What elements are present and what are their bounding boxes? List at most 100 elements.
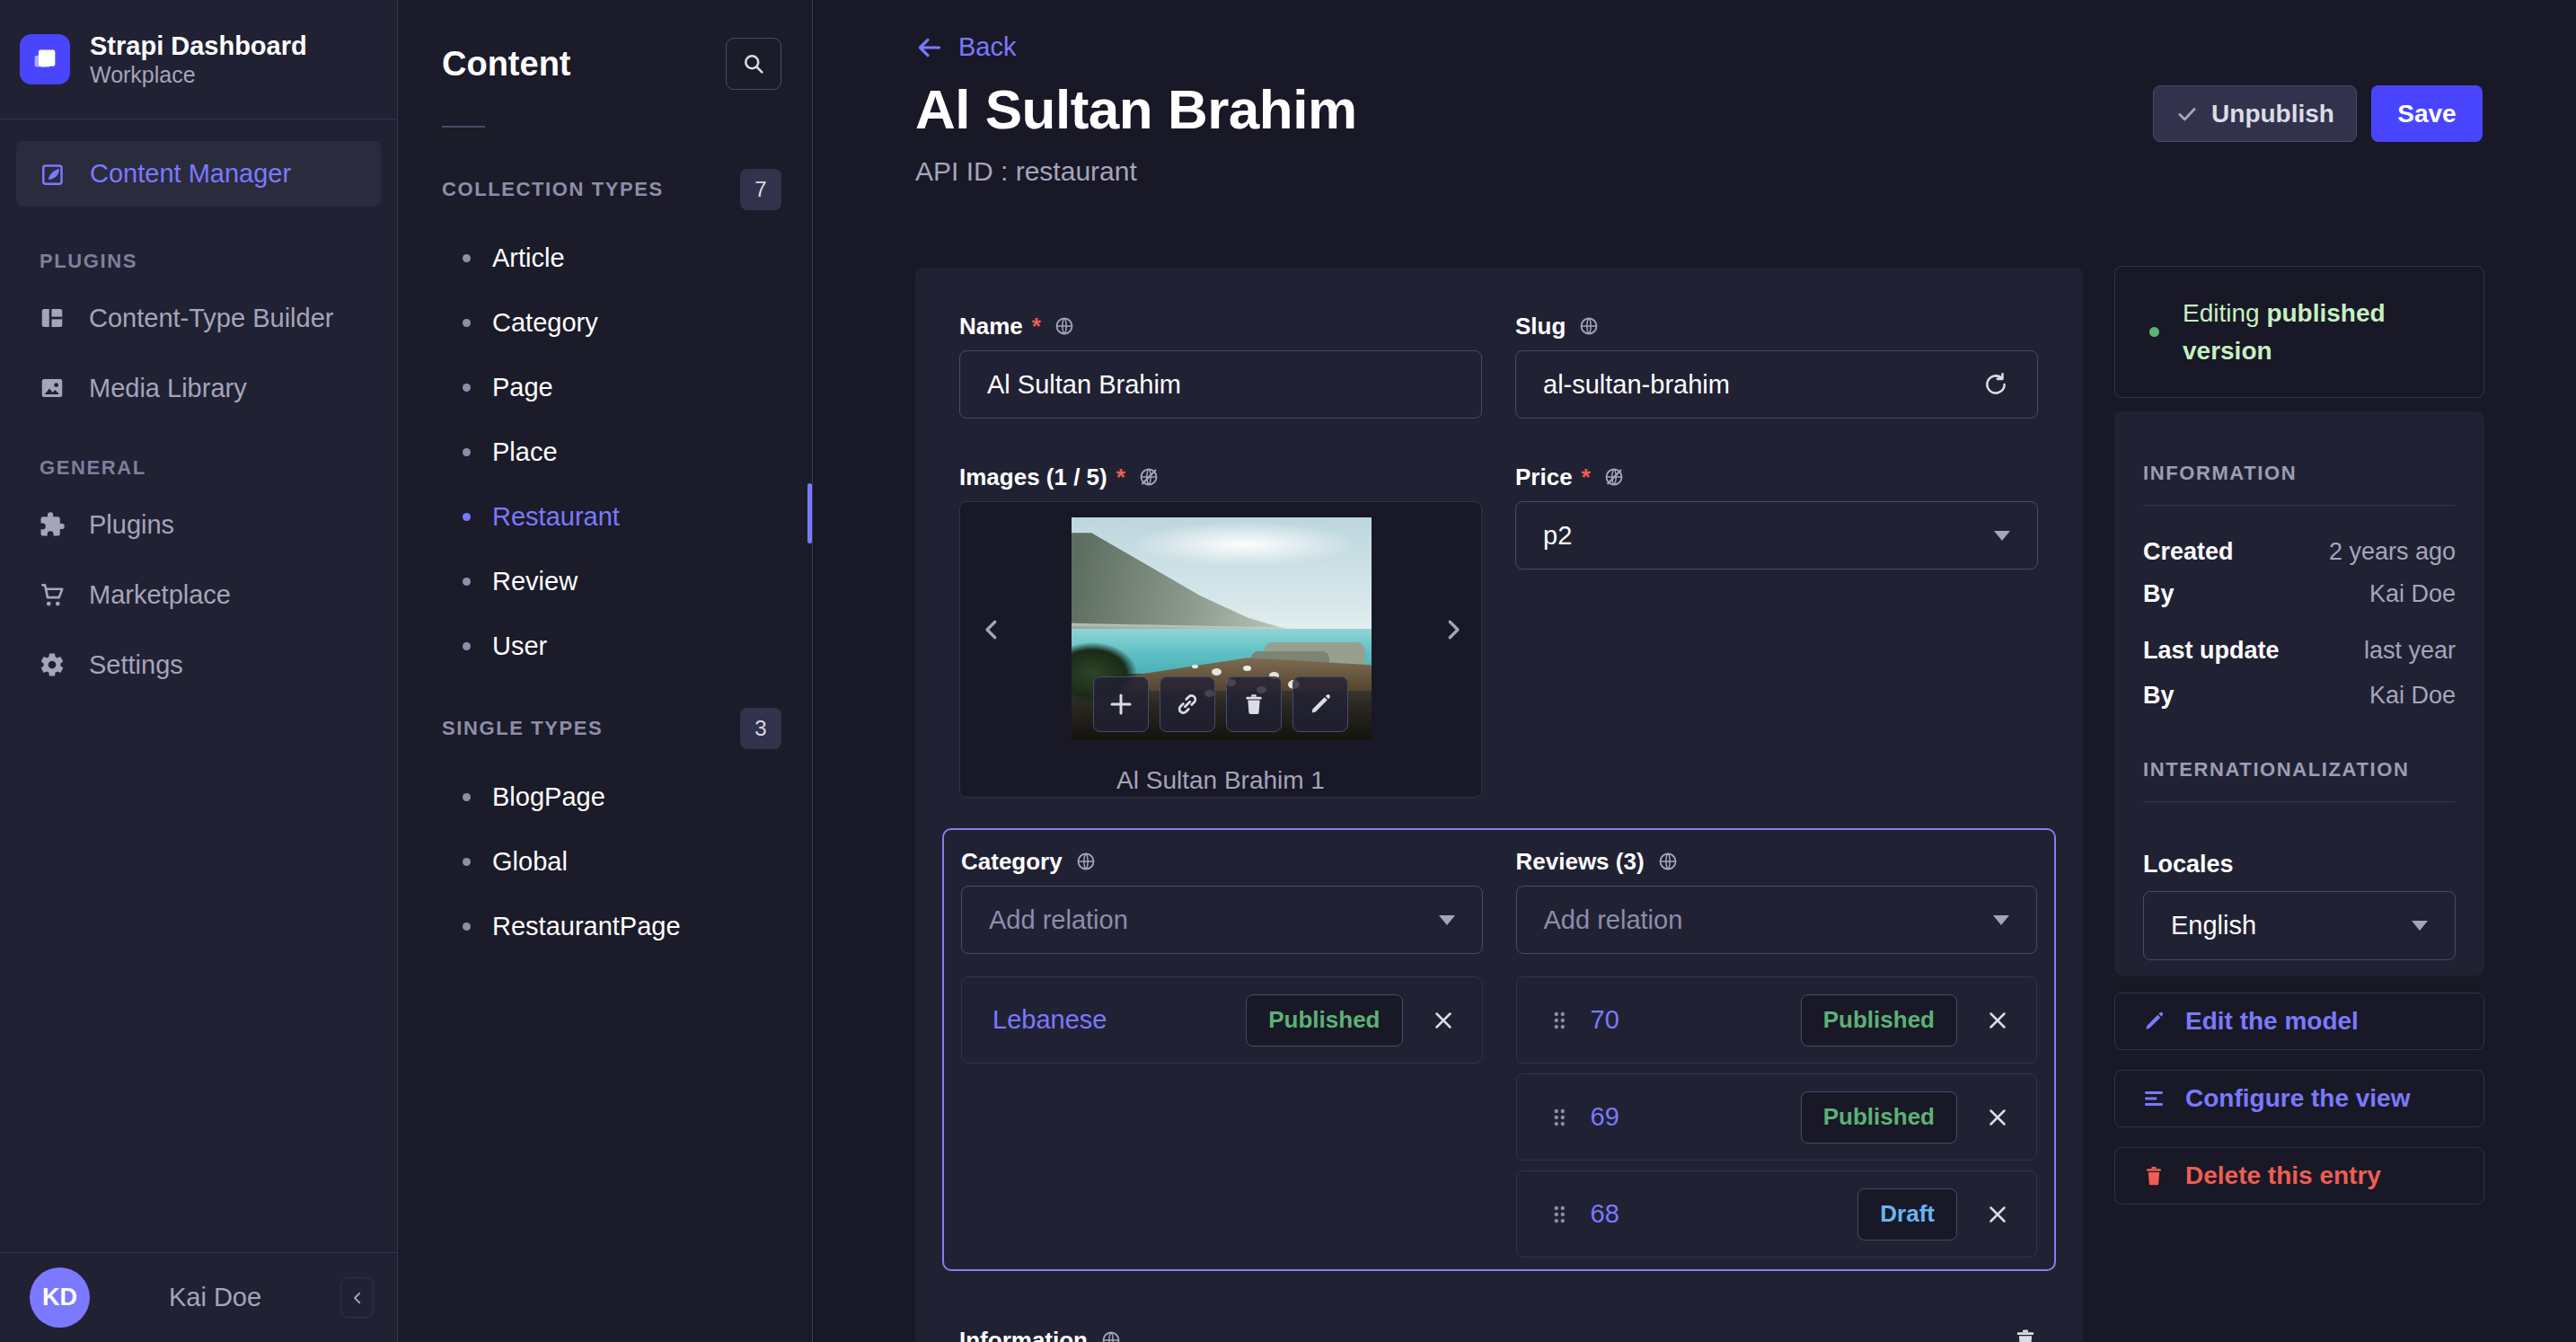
- subnav-item-blogpage[interactable]: BlogPage: [398, 764, 812, 829]
- edit-form-panel: Name* Al Sultan Brahim Slug: [915, 268, 2083, 1342]
- nav-section-plugins: PLUGINS: [40, 250, 397, 273]
- strapi-app: Strapi Dashboard Workplace Content Manag…: [0, 0, 2576, 1342]
- subnav-item-page[interactable]: Page: [398, 355, 812, 419]
- copy-link-button[interactable]: [1160, 676, 1215, 732]
- information-panel: INFORMATION Created2 years ago ByKai Doe…: [2114, 411, 2484, 976]
- collapse-nav-button[interactable]: [340, 1277, 374, 1318]
- intl-title: INTERNATIONALIZATION: [2143, 758, 2456, 781]
- subnav-item-article[interactable]: Article: [398, 225, 812, 290]
- configure-view-button[interactable]: Configure the view: [2114, 1070, 2484, 1127]
- nav-item-content-manager[interactable]: Content Manager: [16, 141, 381, 207]
- collection-types-list: Article Category Page Place Restaurant R…: [398, 225, 812, 678]
- remove-relation-icon[interactable]: [1984, 1104, 2011, 1131]
- globe-icon: [1075, 851, 1097, 872]
- regenerate-icon[interactable]: [1981, 370, 2010, 399]
- status-badge: Published: [1801, 994, 1957, 1046]
- nav-item-settings[interactable]: Settings: [0, 640, 397, 690]
- review-relation-item: 70 Published: [1516, 976, 2038, 1064]
- information-title: INFORMATION: [2143, 462, 2456, 485]
- carousel-next-icon[interactable]: [1440, 614, 1467, 649]
- globe-strike-icon: [1603, 466, 1625, 488]
- category-add-relation-select[interactable]: Add relation: [961, 886, 1483, 954]
- category-field-label: Category: [961, 848, 1483, 875]
- reviews-add-relation-select[interactable]: Add relation: [1516, 886, 2038, 954]
- nav-item-content-type-builder[interactable]: Content-Type Builder: [0, 293, 397, 343]
- subnav-item-user[interactable]: User: [398, 614, 812, 678]
- edit-image-button[interactable]: [1292, 676, 1348, 732]
- bullet-icon: [463, 319, 471, 327]
- api-id: API ID : restaurant: [915, 156, 1137, 187]
- chevron-down-icon: [1439, 915, 1455, 925]
- images-carousel: Al Sultan Brahim 1: [959, 501, 1482, 798]
- divider: [2143, 505, 2456, 506]
- remove-relation-icon[interactable]: [1984, 1201, 2011, 1228]
- subnav-item-category[interactable]: Category: [398, 290, 812, 355]
- workspace-brand[interactable]: Strapi Dashboard Workplace: [0, 0, 397, 119]
- info-row-last-update: Last updatelast year: [2143, 637, 2456, 665]
- nav-item-label: Settings: [89, 650, 183, 680]
- nav-footer: KD Kai Doe: [0, 1252, 397, 1342]
- status-badge: Draft: [1857, 1188, 1957, 1240]
- relation-link[interactable]: 70: [1591, 1005, 1781, 1035]
- status-badge: Published: [1246, 994, 1402, 1046]
- nav-item-label: Media Library: [89, 374, 247, 403]
- delete-component-icon[interactable]: [2012, 1327, 2039, 1342]
- entry-sidebar: Editing published version INFORMATION Cr…: [2114, 266, 2484, 1205]
- add-image-button[interactable]: [1093, 676, 1149, 732]
- drag-handle-icon[interactable]: [1548, 1203, 1571, 1226]
- relation-link[interactable]: 69: [1591, 1102, 1781, 1132]
- single-types-count: 3: [740, 708, 781, 749]
- collection-types-label: COLLECTION TYPES: [442, 178, 664, 201]
- nav-item-label: Plugins: [89, 510, 174, 540]
- back-link[interactable]: Back: [915, 32, 1016, 62]
- delete-entry-button[interactable]: Delete this entry: [2114, 1147, 2484, 1205]
- nav-item-media-library[interactable]: Media Library: [0, 363, 397, 413]
- nav-item-label: Marketplace: [89, 580, 231, 610]
- drag-handle-icon[interactable]: [1548, 1106, 1571, 1129]
- main-nav: Strapi Dashboard Workplace Content Manag…: [0, 0, 398, 1342]
- globe-icon: [1578, 315, 1600, 337]
- back-arrow-icon: [915, 33, 944, 62]
- delete-image-button[interactable]: [1226, 676, 1282, 732]
- locale-select[interactable]: English: [2143, 891, 2456, 960]
- price-select[interactable]: p2: [1515, 501, 2038, 569]
- relation-link[interactable]: Lebanese: [992, 1005, 1226, 1035]
- nav-item-marketplace[interactable]: Marketplace: [0, 569, 397, 620]
- review-relation-item: 69 Published: [1516, 1073, 2038, 1161]
- published-dot-icon: [2149, 327, 2159, 337]
- subnav-item-place[interactable]: Place: [398, 419, 812, 484]
- subnav-item-restaurantpage[interactable]: RestaurantPage: [398, 894, 812, 958]
- reviews-field-label: Reviews (3): [1516, 848, 2038, 875]
- search-button[interactable]: [726, 38, 781, 90]
- carousel-prev-icon[interactable]: [978, 614, 1005, 649]
- feather-icon: [40, 161, 66, 188]
- bullet-icon: [463, 448, 471, 456]
- avatar[interactable]: KD: [30, 1267, 90, 1328]
- cart-icon: [39, 581, 66, 608]
- chevron-down-icon: [1993, 915, 2009, 925]
- globe-strike-icon: [1138, 466, 1160, 488]
- check-icon: [2175, 102, 2199, 126]
- bullet-icon: [463, 642, 471, 650]
- image-caption: Al Sultan Brahim 1: [960, 766, 1481, 795]
- drag-handle-icon[interactable]: [1548, 1009, 1571, 1032]
- scrollbar-thumb[interactable]: [807, 483, 812, 543]
- slug-input[interactable]: al-sultan-brahim: [1515, 350, 2038, 419]
- information-field-label: Information: [959, 1327, 1122, 1342]
- name-input[interactable]: Al Sultan Brahim: [959, 350, 1482, 419]
- main-content: Back Al Sultan Brahim API ID : restauran…: [813, 0, 2576, 1342]
- globe-icon: [1100, 1329, 1122, 1342]
- bullet-icon: [463, 254, 471, 262]
- save-button[interactable]: Save: [2371, 85, 2483, 142]
- unpublish-button[interactable]: Unpublish: [2153, 85, 2357, 142]
- review-relation-item: 68 Draft: [1516, 1170, 2038, 1258]
- remove-relation-icon[interactable]: [1430, 1007, 1457, 1034]
- subnav-item-review[interactable]: Review: [398, 549, 812, 614]
- subnav-item-global[interactable]: Global: [398, 829, 812, 894]
- bullet-icon: [463, 384, 471, 392]
- subnav-item-restaurant[interactable]: Restaurant: [398, 484, 812, 549]
- remove-relation-icon[interactable]: [1984, 1007, 2011, 1034]
- relation-link[interactable]: 68: [1591, 1199, 1839, 1229]
- nav-item-plugins[interactable]: Plugins: [0, 499, 397, 550]
- edit-model-button[interactable]: Edit the model: [2114, 993, 2484, 1050]
